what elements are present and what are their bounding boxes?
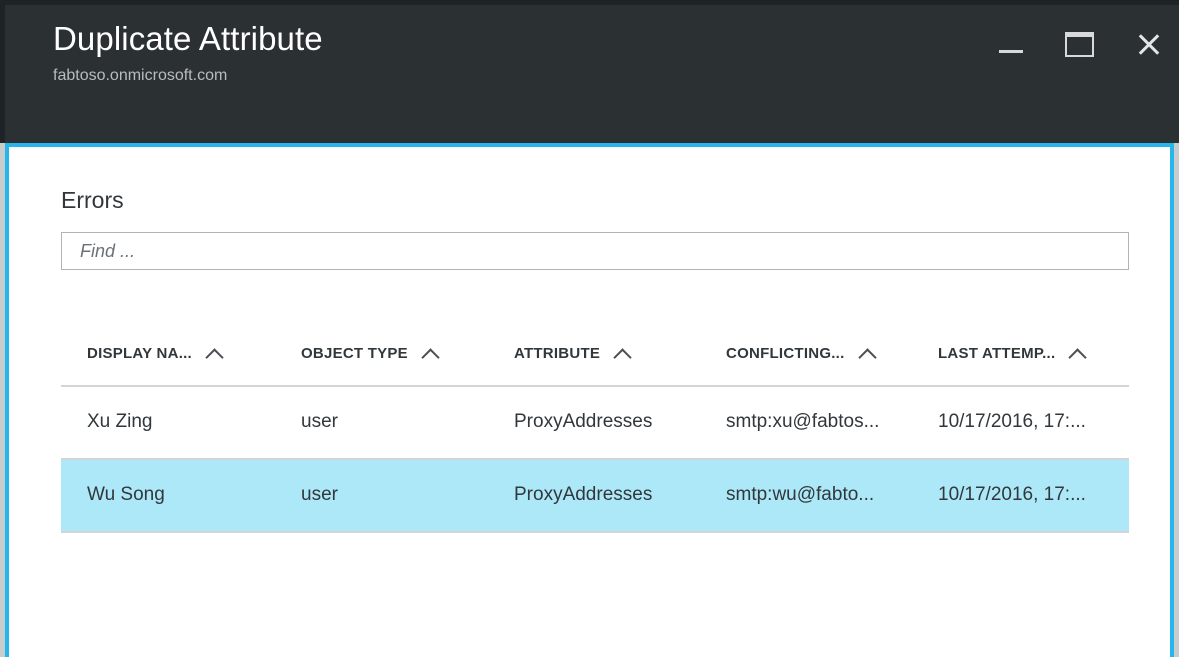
column-header-object-type[interactable]: OBJECT TYPE (301, 345, 442, 362)
title-bar: Duplicate Attribute fabtoso.onmicrosoft.… (5, 5, 1179, 143)
cell-conflicting: smtp:wu@fabto... (726, 484, 875, 505)
window-rim-right-grey (1174, 143, 1179, 657)
cell-object-type: user (301, 484, 338, 505)
column-header-conflicting[interactable]: CONFLICTING... (726, 345, 879, 362)
table-header-row: DISPLAY NA... OBJECT TYPE ATTRIBUTE CONF… (61, 327, 1129, 387)
cell-conflicting: smtp:xu@fabtos... (726, 411, 880, 432)
column-header-last-attempt[interactable]: LAST ATTEMP... (938, 345, 1089, 362)
column-header-label: DISPLAY NA... (87, 345, 192, 362)
close-icon (1136, 31, 1162, 57)
cell-attribute: ProxyAddresses (514, 484, 653, 505)
column-header-label: ATTRIBUTE (514, 345, 601, 362)
chevron-up-icon[interactable] (857, 346, 879, 362)
cell-attribute: ProxyAddresses (514, 411, 653, 432)
title-block: Duplicate Attribute fabtoso.onmicrosoft.… (53, 17, 323, 87)
maximize-button[interactable] (1056, 21, 1102, 67)
cell-object-type: user (301, 411, 338, 432)
table-row[interactable]: Wu Song user ProxyAddresses smtp:wu@fabt… (61, 460, 1129, 533)
chevron-up-icon[interactable] (204, 346, 226, 362)
column-header-label: LAST ATTEMP... (938, 345, 1056, 362)
close-button[interactable] (1126, 21, 1172, 67)
errors-heading: Errors (61, 187, 124, 213)
cell-last-attempt: 10/17/2016, 17:... (938, 411, 1086, 432)
tenant-subtitle: fabtoso.onmicrosoft.com (53, 67, 228, 84)
search-input[interactable] (61, 232, 1129, 270)
minimize-icon (999, 49, 1023, 53)
column-header-attribute[interactable]: ATTRIBUTE (514, 345, 634, 362)
duplicate-attribute-window: Duplicate Attribute fabtoso.onmicrosoft.… (0, 0, 1179, 657)
table-row[interactable]: Xu Zing user ProxyAddresses smtp:xu@fabt… (61, 387, 1129, 460)
column-header-label: CONFLICTING... (726, 345, 845, 362)
chevron-up-icon[interactable] (1067, 346, 1089, 362)
column-header-label: OBJECT TYPE (301, 345, 408, 362)
maximize-icon (1064, 31, 1094, 57)
column-header-display-name[interactable]: DISPLAY NA... (87, 345, 226, 362)
cell-display-name: Xu Zing (87, 411, 153, 432)
chevron-up-icon[interactable] (612, 346, 634, 362)
content-panel: Errors DISPLAY NA... OBJECT TYPE ATTRIBU… (5, 143, 1174, 657)
chevron-up-icon[interactable] (420, 346, 442, 362)
page-title: Duplicate Attribute (53, 20, 323, 57)
errors-table: DISPLAY NA... OBJECT TYPE ATTRIBUTE CONF… (61, 327, 1129, 533)
cell-last-attempt: 10/17/2016, 17:... (938, 484, 1086, 505)
cell-display-name: Wu Song (87, 484, 165, 505)
minimize-button[interactable] (988, 21, 1034, 67)
